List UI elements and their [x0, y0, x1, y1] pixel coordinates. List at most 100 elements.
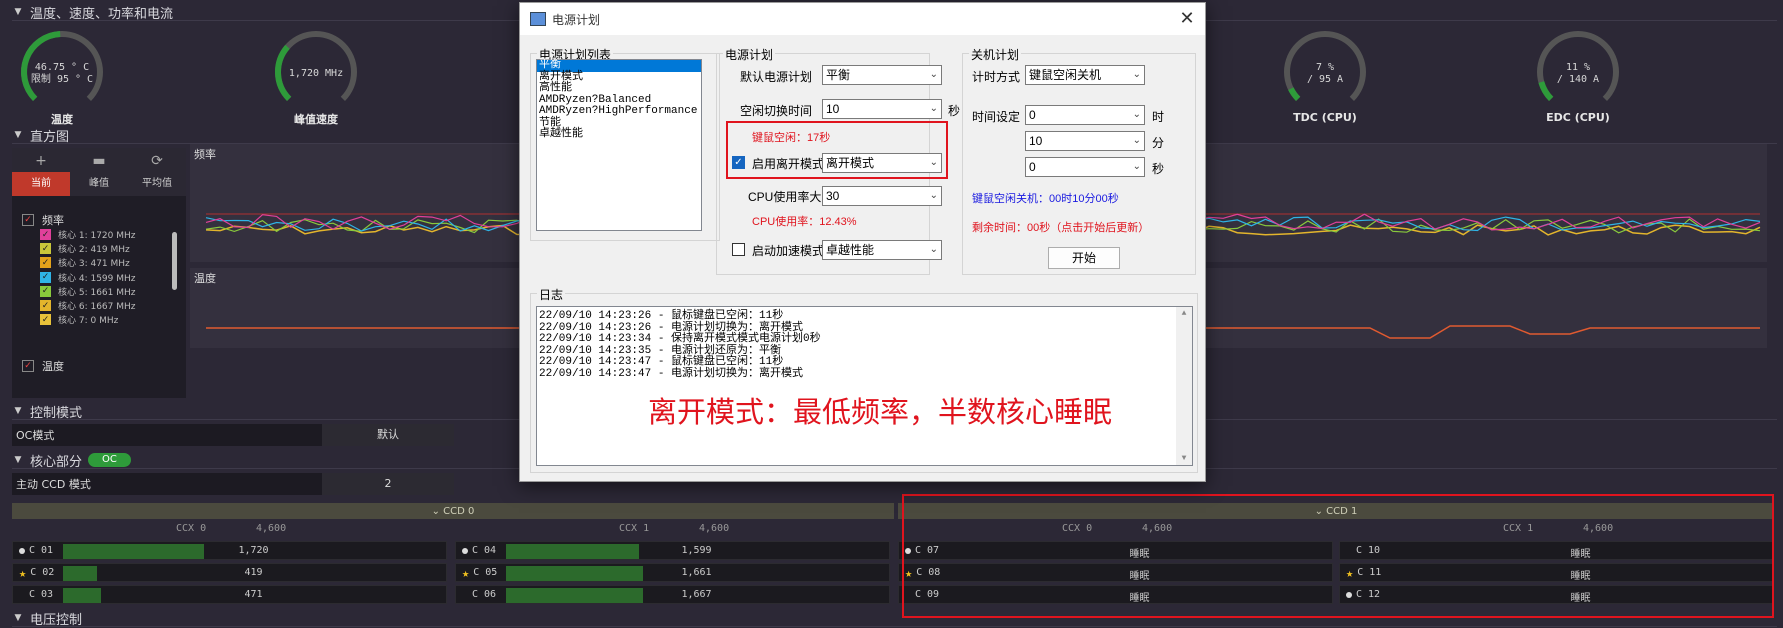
minute-unit: 分 — [1152, 136, 1165, 150]
core-legend-label: 核心 4: 1599 MHz — [58, 273, 136, 284]
away-mode-select[interactable]: 离开模式 ⌄ — [822, 153, 942, 173]
cpu-usage-status: CPU使用率：12.43% — [752, 216, 857, 228]
annotation-text: 离开模式：最低频率，半数核心睡眠 — [648, 395, 1113, 429]
time-set-label: 时间设定 — [972, 110, 1021, 124]
chevron-down-icon: ▼ — [14, 406, 22, 416]
idle-switch-select[interactable]: 10 ⌄ — [822, 99, 942, 119]
core-legend-item[interactable]: ✓ 核心 1: 1720 MHz — [40, 228, 136, 241]
scrollbar-thumb[interactable] — [172, 232, 177, 290]
plus-icon: + — [12, 148, 70, 172]
core-legend-item[interactable]: ✓ 核心 7: 0 MHz — [40, 313, 118, 326]
ccd0-header[interactable]: ⌄ CCD 0 — [12, 503, 894, 519]
timer-select[interactable]: 键鼠空闲关机 ⌄ — [1025, 65, 1145, 85]
away-mode-checkbox[interactable]: ✓ — [732, 156, 745, 169]
core-row[interactable]: ★ C 05 1,661 — [455, 563, 890, 582]
section-title: 核心部分 — [30, 454, 83, 470]
loop-icon: ⟳ — [151, 153, 163, 169]
gauge-value: 11 % — [1565, 62, 1591, 73]
plan-list-item[interactable]: 卓越性能 — [537, 128, 701, 141]
minute-select[interactable]: 10 ⌄ — [1025, 131, 1145, 151]
plan-list-item[interactable]: 平衡 — [537, 59, 701, 72]
log-lines: 22/09/10 14:23:26 - 鼠标键盘已空闲：11秒 22/09/10 … — [537, 307, 1192, 380]
boost-mode-checkbox[interactable] — [732, 243, 745, 256]
color-checkbox-icon: ✓ — [40, 243, 51, 255]
log-line: 22/09/10 14:23:47 - 电源计划切换为：离开模式 — [539, 367, 804, 380]
start-button[interactable]: 开始 — [1048, 247, 1120, 269]
section-title: 控制模式 — [30, 405, 83, 421]
ccx-title: CCX 0 — [176, 523, 207, 534]
section-header-voltage[interactable]: ▼ 电压控制 — [12, 610, 1777, 628]
tab-current[interactable]: + 当前 — [12, 148, 70, 196]
core-freq-value: 1,599 — [681, 545, 712, 556]
gauge-limit: 限制 95 ° C — [30, 74, 94, 85]
seconds-unit: 秒 — [948, 104, 961, 118]
core-legend-item[interactable]: ✓ 核心 2: 419 MHz — [40, 242, 130, 255]
scroll-down-icon[interactable]: ▼ — [1176, 454, 1192, 463]
core-legend-label: 核心 1: 1720 MHz — [58, 231, 136, 241]
tab-average[interactable]: ⟳ 平均值 — [128, 148, 186, 196]
tab-label: 峰值 — [89, 178, 109, 189]
second-unit: 秒 — [1152, 162, 1165, 176]
oc-mode-row[interactable]: OC模式 默认 — [12, 424, 454, 446]
plan-list-item[interactable]: 高性能 — [537, 82, 701, 95]
remaining-time-text: 剩余时间：00秒（点击开始后更新） — [972, 222, 1150, 234]
boost-mode-select[interactable]: 卓越性能 ⌄ — [822, 240, 942, 260]
preferred-dot-icon — [462, 547, 468, 554]
best-core-star-icon: ★ — [462, 565, 470, 580]
core-legend-item[interactable]: ✓ 核心 5: 1661 MHz — [40, 285, 136, 298]
gauge-limit: / 95 A — [1306, 74, 1344, 85]
second-select[interactable]: 0 ⌄ — [1025, 157, 1145, 177]
scroll-up-icon[interactable]: ▲ — [1176, 309, 1192, 318]
chevron-down-icon: ⌄ — [1132, 135, 1141, 146]
color-checkbox-icon: ✓ — [40, 314, 51, 326]
plan-listbox[interactable]: 平衡 离开模式 高性能 AMDRyzen?Balanced AMDRyzen?HighP… — [536, 59, 702, 231]
core-row[interactable]: C 01 1,720 — [12, 541, 447, 560]
log-line: 22/09/10 14:23:26 - 鼠标键盘已空闲：11秒 — [539, 310, 784, 322]
core-row[interactable]: ★ C 02 419 — [12, 563, 447, 582]
select-value: 卓越性能 — [826, 243, 875, 257]
core-row[interactable]: C 03 471 — [12, 585, 447, 604]
chevron-down-icon: ⌄ — [431, 505, 444, 517]
default-plan-select[interactable]: 平衡 ⌄ — [822, 65, 942, 85]
gauge-arc — [275, 31, 357, 101]
close-icon[interactable]: ✕ — [1177, 9, 1197, 29]
group-title: 电源计划 — [723, 46, 776, 63]
core-name: C 03 — [19, 589, 53, 600]
freq-checkbox-row[interactable]: ✓ 频率 — [22, 212, 64, 228]
core-row[interactable]: C 04 1,599 — [455, 541, 890, 560]
ccx-max-freq: 4,600 — [256, 523, 287, 534]
core-row[interactable]: C 06 1,667 — [455, 585, 890, 604]
log-line: 22/09/10 14:23:47 - 鼠标键盘已空闲：11秒 — [539, 356, 784, 368]
gauge-label: TDC (CPU) — [1293, 111, 1357, 124]
idle-switch-label: 空闲切换时间 — [740, 104, 813, 118]
cpu-usage-select[interactable]: 30 ⌄ — [822, 186, 942, 206]
core-legend-label: 核心 5: 1661 MHz — [58, 287, 136, 298]
core-legend-item[interactable]: ✓ 核心 6: 1667 MHz — [40, 299, 136, 312]
select-value: 键鼠空闲关机 — [1029, 68, 1102, 82]
checkbox-label: 频率 — [42, 214, 64, 227]
ccd-mode-value: 2 — [322, 473, 454, 495]
cpu-usage-label: CPU使用率大于 — [748, 190, 834, 204]
ccd-title: CCD 0 — [443, 505, 475, 517]
chevron-down-icon: ⌄ — [929, 190, 938, 201]
boost-mode-label: 启动加速模式 — [752, 244, 825, 258]
histogram-sidebar: + 当前 ▬ 峰值 ⟳ 平均值 ✓ 频率 ✓ 核心 1: 1720 MHz ✓ 核心 … — [12, 148, 186, 398]
core-label: C 05 — [473, 567, 498, 578]
section-title: 电压控制 — [30, 612, 83, 628]
core-freq-value: 419 — [244, 567, 263, 578]
core-label: C 04 — [472, 545, 497, 556]
gauge-value: 1,720 MHz — [288, 68, 344, 79]
away-mode-label: 启用离开模式 — [752, 157, 825, 171]
core-legend-item[interactable]: ✓ 核心 4: 1599 MHz — [40, 271, 136, 284]
core-name: C 04 — [462, 545, 496, 556]
hour-select[interactable]: 0 ⌄ — [1025, 105, 1145, 125]
tab-peak[interactable]: ▬ 峰值 — [70, 148, 128, 196]
log-scrollbar[interactable]: ▲ ▼ — [1176, 307, 1192, 465]
ccd-mode-row[interactable]: 主动 CCD 模式 2 — [12, 473, 454, 495]
plan-list-item[interactable]: AMDRyzen?HighPerformance — [537, 105, 701, 118]
log-textbox[interactable]: 22/09/10 14:23:26 - 鼠标键盘已空闲：11秒 22/09/10 … — [536, 306, 1193, 466]
checkbox-checked-icon: ✓ — [22, 360, 34, 372]
core-legend-item[interactable]: ✓ 核心 3: 471 MHz — [40, 256, 130, 269]
temp-checkbox-row[interactable]: ✓ 温度 — [22, 358, 64, 374]
chevron-down-icon: ⌄ — [929, 157, 938, 168]
